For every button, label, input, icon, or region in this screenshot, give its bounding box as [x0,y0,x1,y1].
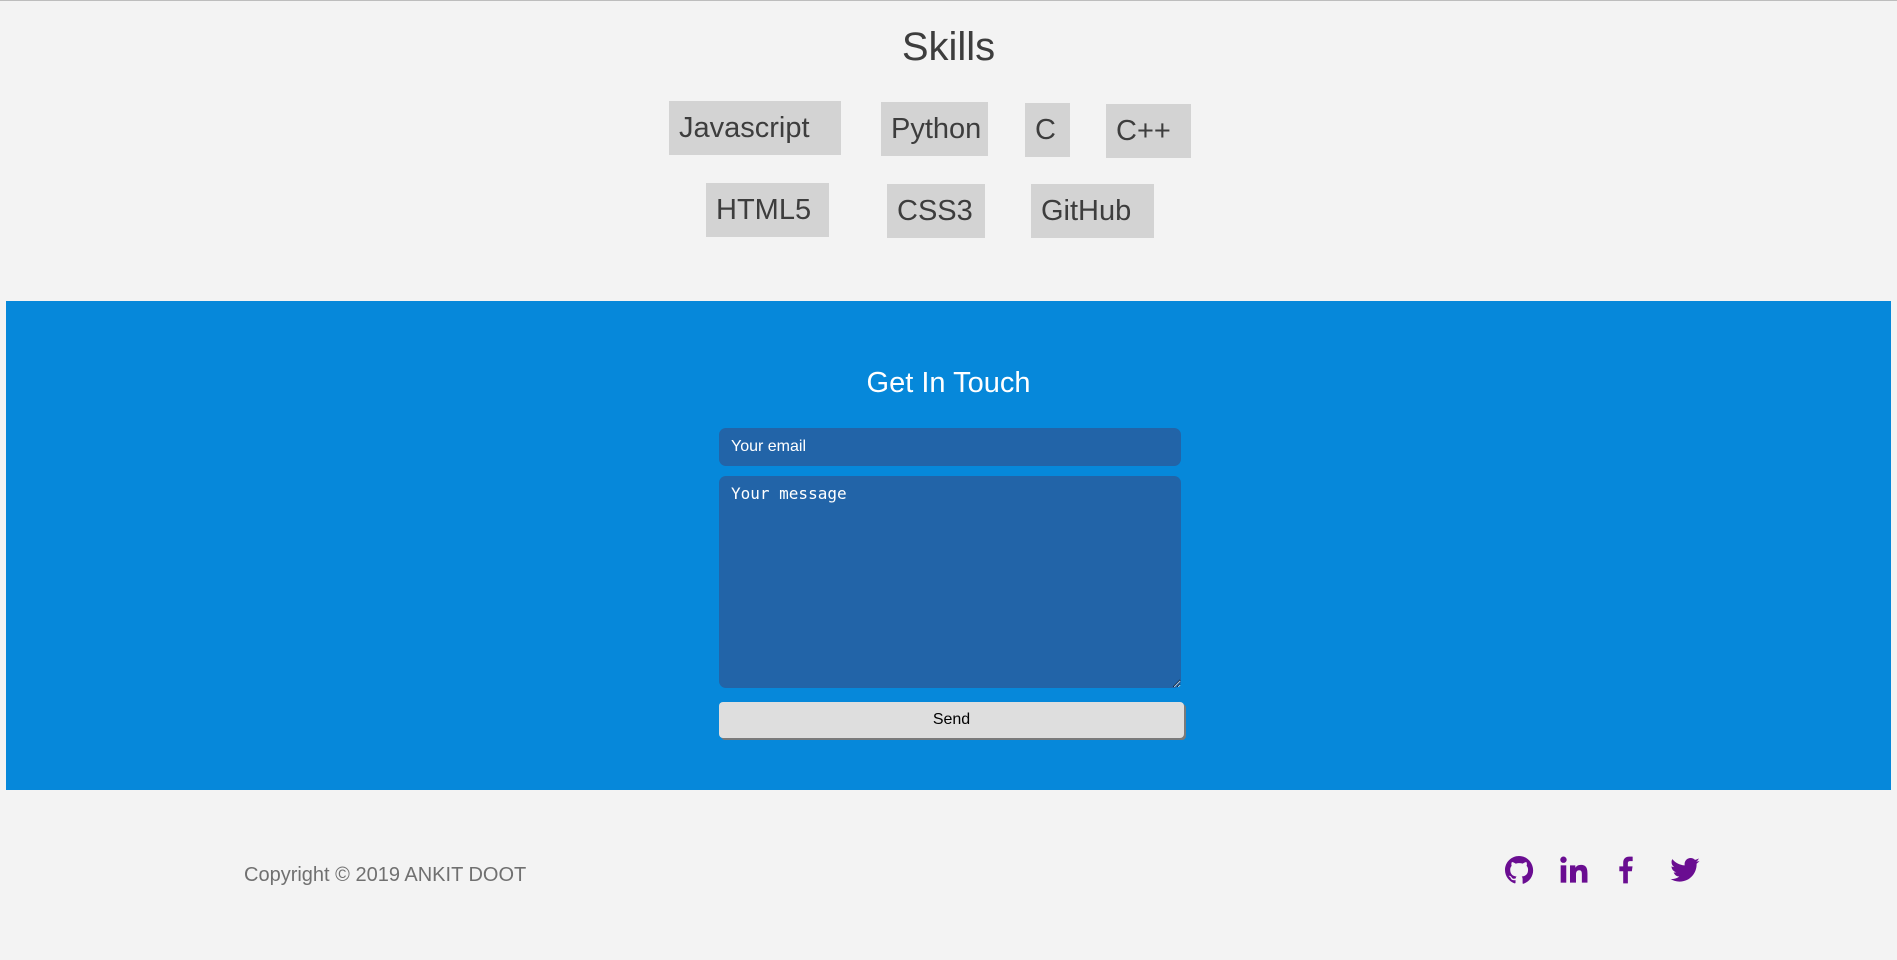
message-field[interactable] [719,476,1181,688]
send-button[interactable]: Send [719,702,1184,738]
skill-css3: CSS3 [887,184,985,238]
top-divider [0,0,1897,1]
github-icon[interactable] [1503,852,1535,888]
skill-c: C [1025,103,1070,157]
skill-javascript: Javascript [669,101,841,155]
skill-html5: HTML5 [706,183,829,237]
skill-github: GitHub [1031,184,1154,238]
contact-section: Get In Touch Send [6,301,1891,790]
skill-python: Python [881,102,988,156]
skill-cpp: C++ [1106,104,1191,158]
linkedin-icon[interactable] [1558,852,1590,888]
copyright-text: Copyright © 2019 ANKIT DOOT [244,864,527,886]
twitter-icon[interactable] [1669,852,1701,888]
facebook-icon[interactable] [1610,852,1642,888]
skills-title: Skills [901,25,996,69]
contact-title: Get In Touch [866,367,1031,399]
email-field[interactable] [719,428,1181,466]
